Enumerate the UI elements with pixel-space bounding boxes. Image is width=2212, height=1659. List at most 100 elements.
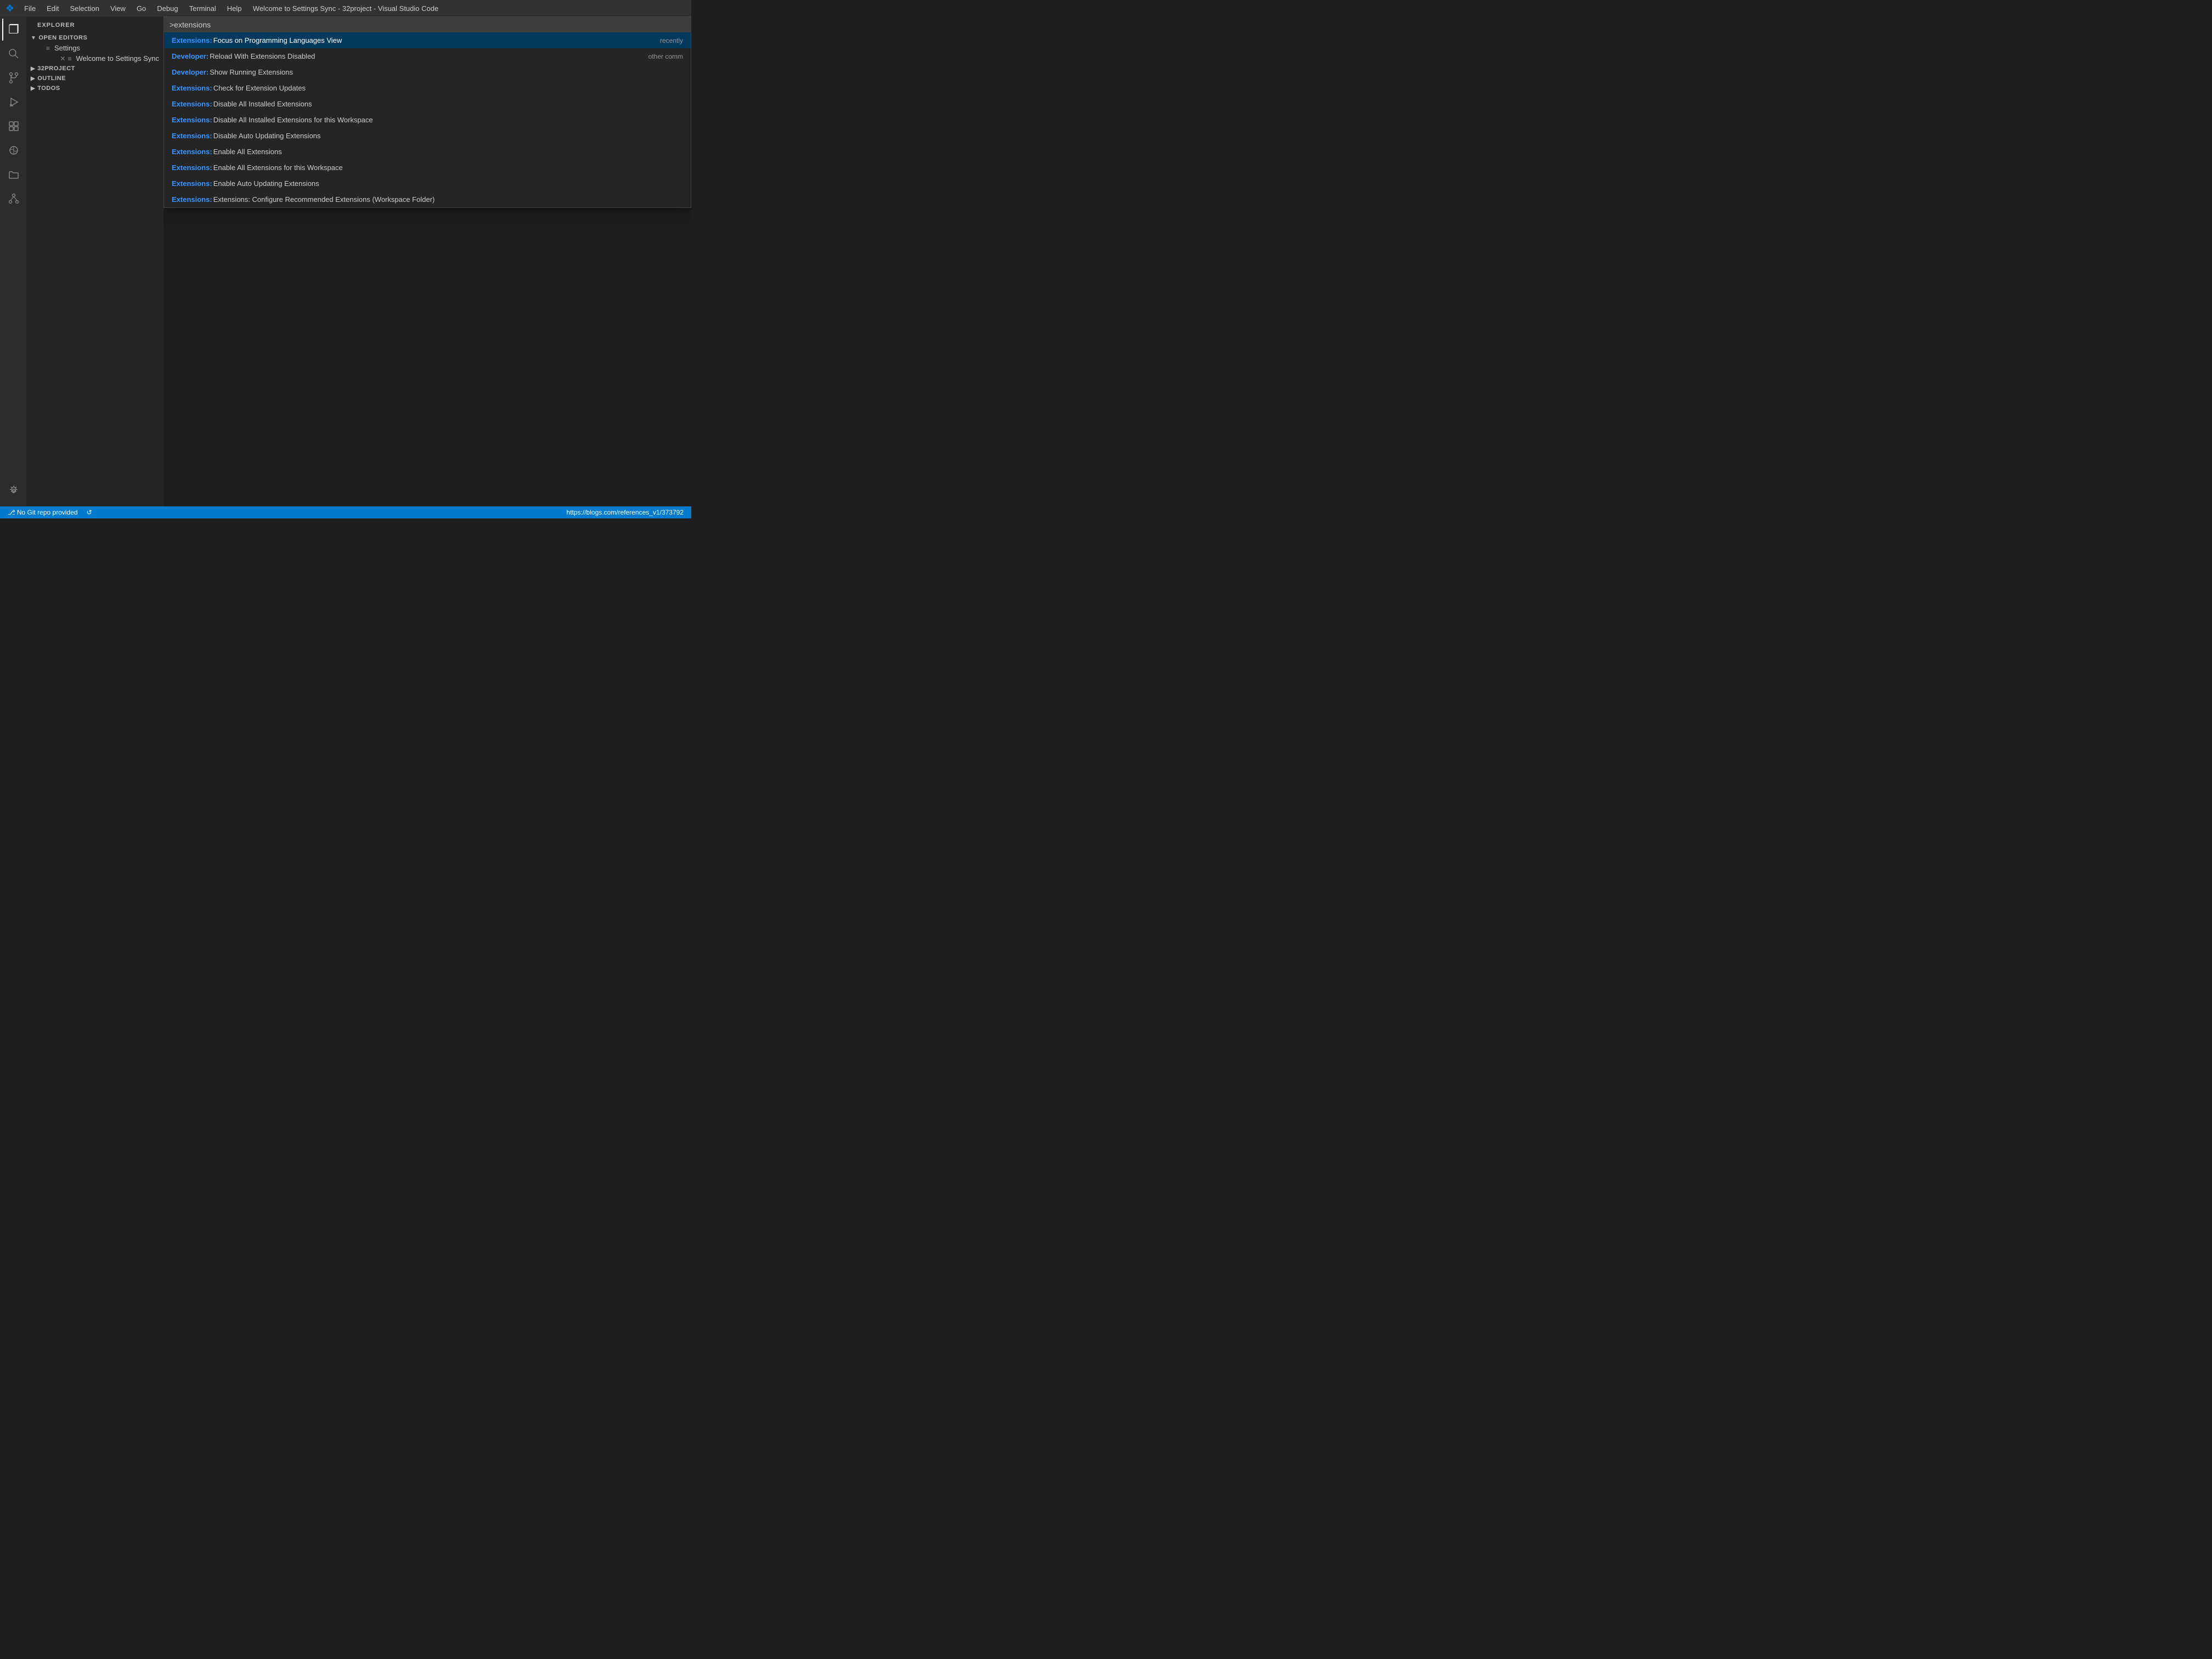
activity-extensions[interactable] [2, 115, 24, 137]
sidebar-section-todos[interactable]: ▶ TODOS [26, 83, 163, 93]
command-hint-1: other comm [648, 53, 683, 60]
sidebar-item-welcome-sync[interactable]: ✕ ≡ Welcome to Settings Sync [26, 53, 163, 64]
menu-view[interactable]: View [105, 3, 131, 14]
command-result-4[interactable]: Extensions: Disable All Installed Extens… [164, 96, 691, 112]
command-palette[interactable]: Extensions: Focus on Programming Languag… [163, 16, 691, 208]
command-category-2: Developer: [172, 68, 208, 76]
sidebar-header: Explorer [26, 16, 163, 33]
command-category-9: Extensions: [172, 179, 212, 188]
menu-debug[interactable]: Debug [151, 3, 183, 14]
command-text-0: Focus on Programming Languages View [213, 36, 342, 44]
chevron-right-icon-2: ▶ [31, 76, 35, 82]
settings-file-label: Settings [54, 44, 80, 52]
command-category-5: Extensions: [172, 116, 212, 124]
command-text-5: Disable All Installed Extensions for thi… [213, 116, 373, 124]
command-result-5[interactable]: Extensions: Disable All Installed Extens… [164, 112, 691, 128]
command-hint-0: recently [660, 37, 683, 44]
command-text-3: Check for Extension Updates [213, 84, 306, 92]
sync-icon: ↺ [87, 509, 92, 516]
command-text-4: Disable All Installed Extensions [213, 100, 312, 108]
file-list-icon-2: ≡ [67, 55, 71, 63]
command-category-3: Extensions: [172, 84, 212, 92]
command-text-9: Enable Auto Updating Extensions [213, 179, 319, 188]
activity-tree[interactable] [2, 188, 24, 210]
activity-explorer[interactable]: ❐ [2, 19, 24, 41]
command-result-label-7: Extensions: Enable All Extensions [172, 148, 282, 156]
sidebar-section-outline[interactable]: ▶ Outline [26, 74, 163, 83]
command-result-label-2: Developer: Show Running Extensions [172, 68, 293, 76]
command-text-1: Reload With Extensions Disabled [210, 52, 315, 60]
menu-terminal[interactable]: Terminal [184, 3, 222, 14]
command-result-9[interactable]: Extensions: Enable Auto Updating Extensi… [164, 176, 691, 191]
command-result-1[interactable]: Developer: Reload With Extensions Disabl… [164, 48, 691, 64]
main-layout: ❐ [0, 16, 691, 506]
command-result-label-6: Extensions: Disable Auto Updating Extens… [172, 132, 321, 140]
file-list-icon: ≡ [46, 44, 50, 52]
menu-selection[interactable]: Selection [65, 3, 105, 14]
status-left: ⎇ No Git repo provided ↺ [5, 509, 94, 516]
command-text-2: Show Running Extensions [210, 68, 293, 76]
command-result-2[interactable]: Developer: Show Running Extensions [164, 64, 691, 80]
activity-run[interactable] [2, 91, 24, 113]
menu-file[interactable]: File [19, 3, 41, 14]
command-category-7: Extensions: [172, 148, 212, 156]
status-url: https://blogs.com/references_v1/373792 [565, 509, 686, 516]
activity-settings-gear[interactable] [2, 480, 24, 502]
titlebar: ❖ File Edit Selection View Go Debug Term… [0, 0, 691, 16]
menu-bar: File Edit Selection View Go Debug Termin… [19, 3, 247, 14]
command-text-6: Disable Auto Updating Extensions [213, 132, 321, 140]
32project-label: 32PROJECT [37, 65, 75, 72]
command-result-label-8: Extensions: Enable All Extensions for th… [172, 163, 343, 172]
menu-help[interactable]: Help [222, 3, 247, 14]
command-result-label-5: Extensions: Disable All Installed Extens… [172, 116, 373, 124]
command-result-7[interactable]: Extensions: Enable All Extensions [164, 144, 691, 160]
editor-area: ≡ Settings ✕ ≡ Welcome to Settings Sync … [163, 16, 691, 506]
command-result-label-10: Extensions: Extensions: Configure Recomm… [172, 195, 435, 204]
command-result-8[interactable]: Extensions: Enable All Extensions for th… [164, 160, 691, 176]
sidebar: Explorer ▼ Open Editors ≡ Settings ✕ ≡ W… [26, 16, 163, 506]
command-result-3[interactable]: Extensions: Check for Extension Updates [164, 80, 691, 96]
activity-search[interactable] [2, 43, 24, 65]
command-category-4: Extensions: [172, 100, 212, 108]
command-result-6[interactable]: Extensions: Disable Auto Updating Extens… [164, 128, 691, 144]
status-right: https://blogs.com/references_v1/373792 [565, 509, 686, 516]
menu-go[interactable]: Go [131, 3, 151, 14]
activity-bar: ❐ [0, 16, 26, 506]
command-result-label-4: Extensions: Disable All Installed Extens… [172, 100, 312, 108]
command-result-0[interactable]: Extensions: Focus on Programming Languag… [164, 32, 691, 48]
outline-label: Outline [37, 75, 66, 82]
command-category-6: Extensions: [172, 132, 212, 140]
welcome-sync-label: Welcome to Settings Sync [76, 54, 160, 63]
chevron-down-icon: ▼ [31, 35, 36, 41]
open-editors-label: Open Editors [38, 35, 87, 41]
menu-edit[interactable]: Edit [41, 3, 64, 14]
sidebar-section-open-editors[interactable]: ▼ Open Editors [26, 33, 163, 43]
command-result-label-1: Developer: Reload With Extensions Disabl… [172, 52, 315, 60]
command-results-list: Extensions: Focus on Programming Languag… [164, 32, 691, 207]
command-category-0: Extensions: [172, 36, 212, 44]
command-input-row [164, 17, 691, 32]
command-result-label-0: Extensions: Focus on Programming Languag… [172, 36, 342, 44]
command-text-8: Enable All Extensions for this Workspace [213, 163, 343, 172]
command-text-10: Extensions: Configure Recommended Extens… [213, 195, 435, 204]
todos-label: TODOS [37, 85, 60, 92]
vscode-logo-icon: ❖ [5, 3, 14, 14]
command-category-1: Developer: [172, 52, 208, 60]
chevron-right-icon: ▶ [31, 66, 35, 72]
status-sync-icon[interactable]: ↺ [84, 509, 94, 516]
activity-source-control[interactable] [2, 67, 24, 89]
activity-remote[interactable] [2, 139, 24, 161]
command-result-10[interactable]: Extensions: Extensions: Configure Recomm… [164, 191, 691, 207]
command-category-8: Extensions: [172, 163, 212, 172]
activity-folder[interactable] [2, 163, 24, 185]
sidebar-section-32project[interactable]: ▶ 32PROJECT [26, 64, 163, 74]
sidebar-item-settings[interactable]: ≡ Settings [26, 43, 163, 53]
chevron-right-icon-3: ▶ [31, 86, 35, 92]
close-icon[interactable]: ✕ [60, 55, 65, 63]
git-branch-icon: ⎇ [8, 509, 15, 516]
status-git[interactable]: ⎇ No Git repo provided [5, 509, 80, 516]
command-text-7: Enable All Extensions [213, 148, 282, 156]
git-label: No Git repo provided [17, 509, 78, 516]
command-result-label-9: Extensions: Enable Auto Updating Extensi… [172, 179, 319, 188]
command-palette-input[interactable] [170, 20, 685, 29]
